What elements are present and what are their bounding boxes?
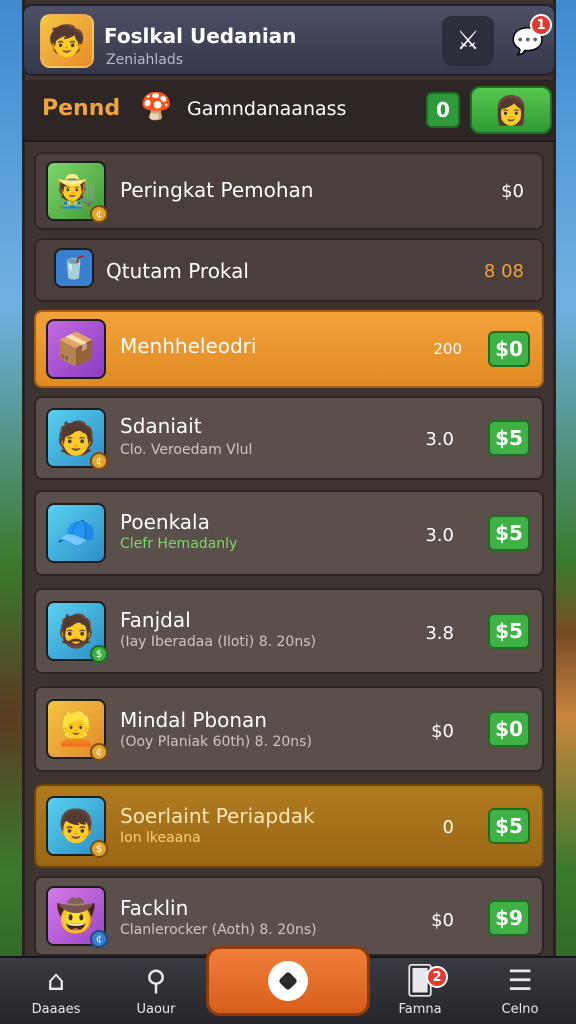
center-play-button[interactable] [206,946,370,1016]
nav-label: Famna [398,1002,442,1017]
top-header: 🧒 Foslkal Uedanian Zeniahlads ⚔ 💬 1 [22,4,556,76]
coin-icon: ¢ [90,930,108,948]
buy-button[interactable]: $5 [488,420,530,456]
tab-pennd[interactable]: Pennd [42,96,120,121]
chat-badge: 1 [530,14,552,36]
cards-icon: 🂠 [405,964,435,997]
buy-button[interactable]: $0 [488,711,530,747]
tab-gamndanaanass[interactable]: Gamndanaanass [187,98,346,120]
menu-icon: ☰ [507,964,533,997]
nav-item-cards[interactable]: 🂠 2 Famna [380,964,460,1017]
row-subtitle: (Iay Iberadaa (Iloti) 8. 20ns) [120,634,316,650]
list-item[interactable]: 🥤 Qtutam Prokal 8 08 [34,238,544,302]
coin-icon: ¢ [90,205,108,223]
nav-label: Daaaes [31,1002,81,1017]
row-title: Mindal Pbonan [120,708,267,732]
buy-button[interactable]: $9 [488,900,530,936]
character-avatar-icon: 🧢 [46,503,106,563]
crossed-swords-button[interactable]: ⚔ [442,16,494,66]
nav-item-home[interactable]: ⌂ Daaaes [16,964,96,1017]
player-avatar-icon[interactable]: 🧒 [40,14,94,68]
row-amount: 8 08 [483,261,524,282]
tabs-row: Pennd 🍄 Gamndanaanass 0 👩 [22,80,556,142]
row-title: Poenkala [120,510,210,534]
list-item[interactable]: 🧢 Poenkala Clefr Hemadanly 3.0 $5 [34,490,544,576]
mushroom-icon: 🍄 [140,92,173,122]
row-amount: 3.0 [425,429,454,450]
row-subtitle: (Ooy Planiak 60th) 8. 20ns) [120,734,312,750]
character-pink-hat-icon: 🧑‍🌾 ¢ [46,161,108,223]
row-title: Qtutam Prokal [106,259,249,283]
coin-icon: ¢ [90,452,108,470]
row-subtitle: Clanlerocker (Aoth) 8. 20ns) [120,922,317,938]
row-amount: 200 [433,340,462,358]
list-item[interactable]: 🧑‍🌾 ¢ Peringkat Pemohan $0 [34,152,544,230]
nav-item-menu[interactable]: ☰ Celno [480,964,560,1017]
buy-button[interactable]: $5 [488,808,530,844]
female-avatar-icon: 👩 [493,93,529,127]
row-title: Peringkat Pemohan [120,178,314,202]
row-amount: 3.8 [425,623,454,644]
row-amount: $0 [501,181,524,202]
list-item-featured[interactable]: 👦 $ Soerlaint Periapdak Ion lkeaana 0 $5 [34,784,544,868]
row-title: Sdaniait [120,414,202,438]
chat-button[interactable]: 💬 1 [510,14,552,60]
coin-icon: ¢ [90,743,108,761]
row-amount: $0 [431,910,454,931]
cup-icon: 🥤 [54,248,94,288]
row-title: Facklin [120,896,189,920]
home-icon: ⌂ [47,964,65,997]
nav-badge: 2 [426,966,448,988]
app-subtitle: Zeniahlads [106,52,184,68]
character-avatar-icon: 🧔 $ [46,601,108,663]
tab-counter: 0 [426,92,460,128]
buy-button[interactable]: $5 [488,515,530,551]
search-icon: ⚲ [145,964,167,997]
row-subtitle: Ion lkeaana [120,830,201,846]
nav-item-search[interactable]: ⚲ Uaour [116,964,196,1017]
nav-label: Uaour [136,1002,176,1017]
coin-icon: $ [90,645,108,663]
app-title: Foslkal Uedanian [104,24,297,48]
list-item-highlighted[interactable]: 📦 Menhheleodri 200 $0 [34,310,544,388]
character-avatar-icon: 🧑 ¢ [46,408,108,470]
list-item[interactable]: 🤠 ¢ Facklin Clanlerocker (Aoth) 8. 20ns) … [34,876,544,956]
row-title: Menhheleodri [120,334,257,358]
list-item[interactable]: 🧑 ¢ Sdaniait Clo. Veroedam Vlul 3.0 $5 [34,396,544,480]
character-avatar-icon: 🤠 ¢ [46,886,108,948]
row-title: Fanjdal [120,608,191,632]
play-icon [268,961,308,1001]
buy-button[interactable]: $0 [488,331,530,367]
row-subtitle: Clefr Hemadanly [120,536,238,552]
character-avatar-icon: 👱 ¢ [46,699,108,761]
buy-button[interactable]: $5 [488,613,530,649]
profile-button[interactable]: 👩 [470,86,552,134]
row-title: Soerlaint Periapdak [120,804,315,828]
list-item[interactable]: 👱 ¢ Mindal Pbonan (Ooy Planiak 60th) 8. 2… [34,686,544,772]
list-item[interactable]: 🧔 $ Fanjdal (Iay Iberadaa (Iloti) 8. 20ns… [34,588,544,674]
row-amount: 0 [442,817,454,838]
nav-label: Celno [501,1002,539,1017]
character-avatar-icon: 👦 $ [46,796,108,858]
coin-icon: $ [90,840,108,858]
crossed-swords-icon: ⚔ [456,26,480,56]
treasure-chest-icon: 📦 [46,319,106,379]
row-amount: $0 [431,721,454,742]
row-subtitle: Clo. Veroedam Vlul [120,442,253,458]
row-amount: 3.0 [425,525,454,546]
